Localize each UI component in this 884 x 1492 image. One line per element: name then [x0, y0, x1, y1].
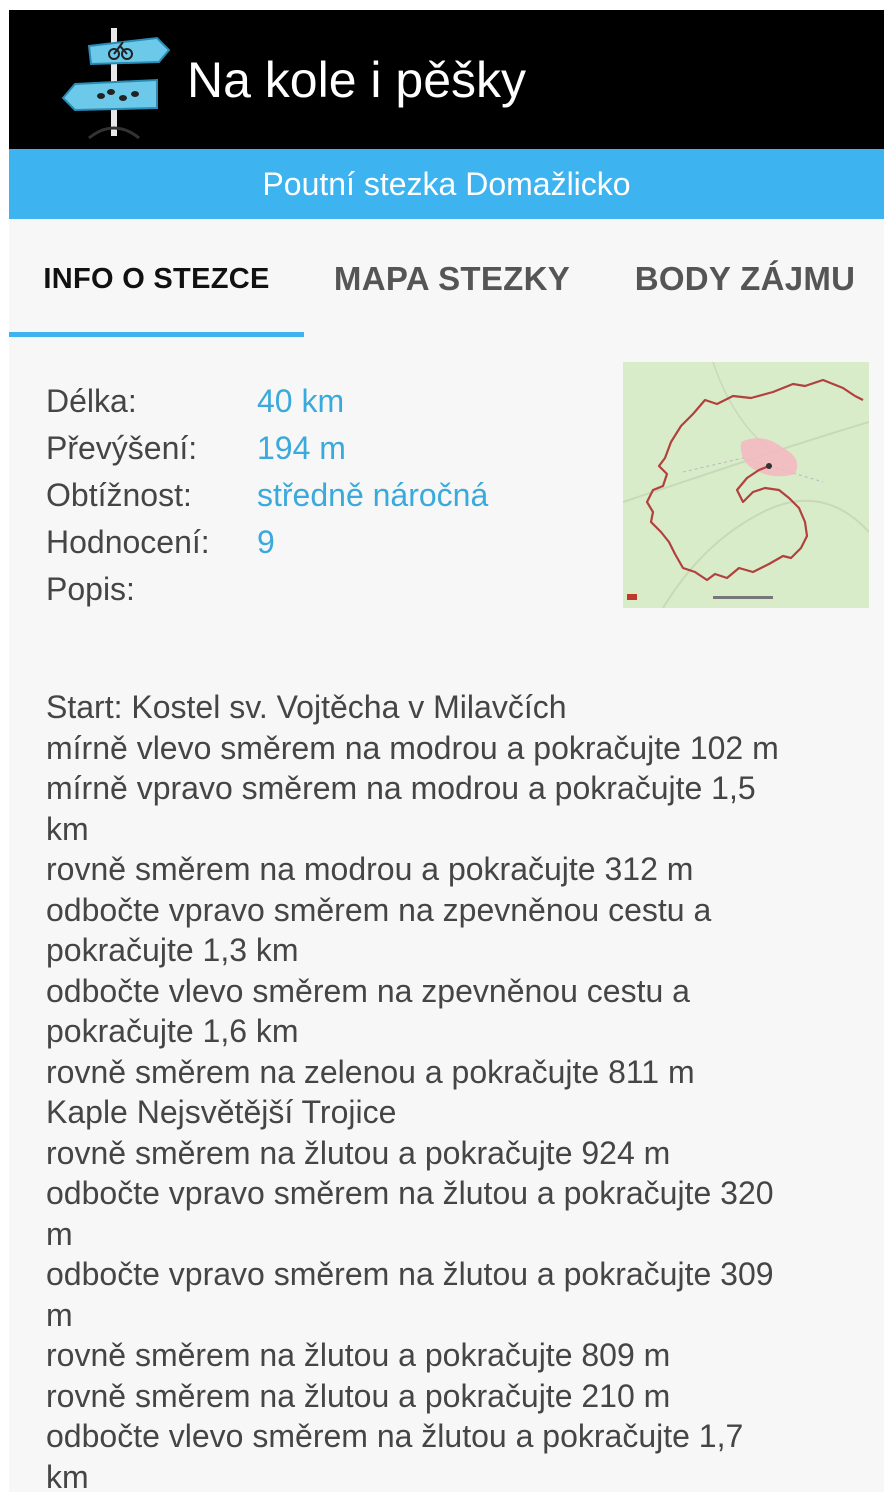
tab-map[interactable]: MAPA STEZKY [304, 219, 600, 339]
description-line: rovně směrem na žlutou a pokračujte 210 … [46, 1377, 671, 1414]
elevation-label: Převýšení: [46, 430, 198, 466]
description-line: km [46, 1458, 89, 1492]
description-line: km [46, 810, 89, 847]
description-line: mírně vpravo směrem na modrou a pokračuj… [46, 770, 756, 806]
trail-name: Poutní stezka Domažlicko [262, 166, 631, 202]
tab-points-of-interest[interactable]: BODY ZÁJMU [600, 219, 884, 339]
rating-value: 9 [257, 524, 275, 560]
info-row-difficulty: Obtížnost: středně náročná [46, 472, 606, 519]
trail-name-bar: Poutní stezka Domažlicko [9, 149, 884, 219]
description-line: Kaple Nejsvětější Trojice [46, 1094, 397, 1130]
info-row-description: Popis: [46, 566, 606, 613]
length-value: 40 km [257, 383, 345, 419]
route-map-image [623, 362, 869, 608]
app-frame: Na kole i pěšky Poutní stezka Domažlicko… [9, 10, 884, 1492]
description-line: Start: Kostel sv. Vojtěcha v Milavčích [46, 689, 567, 725]
description-line: odbočte vpravo směrem na žlutou a pokrač… [46, 1175, 774, 1211]
description-line: mírně vlevo směrem na modrou a pokračujt… [46, 729, 779, 766]
description-line: m [46, 1296, 73, 1333]
route-description: Start: Kostel sv. Vojtěcha v Milavčích m… [46, 687, 846, 1492]
app-screen: Na kole i pěšky Poutní stezka Domažlicko… [0, 0, 884, 1492]
difficulty-label: Obtížnost: [46, 477, 192, 513]
description-line: odbočte vlevo směrem na žlutou a pokraču… [46, 1418, 744, 1454]
description-line: odbočte vlevo směrem na zpevněnou cestu … [46, 972, 690, 1009]
trail-info: Délka: 40 km Převýšení: 194 m Obtížnost:… [46, 378, 606, 613]
app-header: Na kole i pěšky [9, 10, 884, 149]
route-map-thumbnail[interactable] [623, 362, 869, 608]
description-label: Popis: [46, 571, 135, 607]
description-line: pokračujte 1,6 km [46, 1013, 299, 1049]
description-line: m [46, 1215, 73, 1252]
description-line: rovně směrem na modrou a pokračujte 312 … [46, 851, 694, 887]
description-line: odbočte vpravo směrem na zpevněnou cestu… [46, 891, 712, 928]
elevation-value: 194 m [257, 430, 346, 466]
app-title: Na kole i pěšky [187, 52, 527, 108]
description-line: rovně směrem na žlutou a pokračujte 809 … [46, 1337, 671, 1373]
length-label: Délka: [46, 383, 137, 419]
description-line: pokračujte 1,3 km [46, 932, 299, 968]
active-tab-indicator [9, 332, 304, 337]
description-line: odbočte vpravo směrem na žlutou a pokrač… [46, 1256, 774, 1292]
description-line: rovně směrem na zelenou a pokračujte 811… [46, 1053, 695, 1090]
info-row-rating: Hodnocení: 9 [46, 519, 606, 566]
description-line: rovně směrem na žlutou a pokračujte 924 … [46, 1134, 671, 1171]
difficulty-value: středně náročná [257, 477, 489, 513]
rating-label: Hodnocení: [46, 524, 210, 560]
tab-info[interactable]: INFO O STEZCE [9, 219, 304, 339]
info-row-length: Délka: 40 km [46, 378, 606, 425]
info-row-elevation: Převýšení: 194 m [46, 425, 606, 472]
tab-bar: INFO O STEZCE MAPA STEZKY BODY ZÁJMU [9, 219, 884, 339]
signpost-logo-icon [61, 28, 171, 140]
